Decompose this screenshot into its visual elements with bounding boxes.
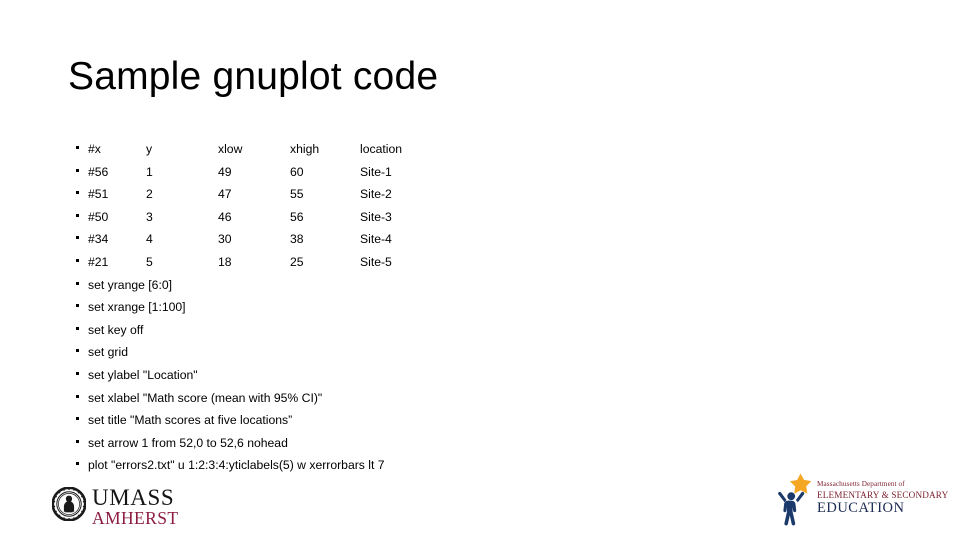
- command-line: set key off: [70, 323, 770, 346]
- umass-text: UMASS: [92, 485, 175, 510]
- bullet-marker: [76, 349, 79, 353]
- table-row: #50 3 46 56 Site-3: [70, 210, 770, 233]
- column-header-x: #x: [88, 142, 101, 156]
- dese-line-education: EDUCATION: [817, 499, 905, 516]
- bullet-marker: [76, 394, 79, 398]
- command-line: set xrange [1:100]: [70, 300, 770, 323]
- cell-x: #50: [88, 209, 109, 224]
- umass-wordmark: UMASS AMHERST: [92, 486, 178, 528]
- bullet-marker: [76, 417, 79, 421]
- cell-y: 4: [146, 232, 153, 247]
- cell-x: #56: [88, 164, 109, 179]
- cell-x: #21: [88, 254, 109, 269]
- cell-location: Site-4: [360, 232, 392, 247]
- command-text: set arrow 1 from 52,0 to 52,6 nohead: [88, 435, 288, 450]
- command-text: set ylabel "Location": [88, 367, 198, 382]
- bullet-marker: [76, 213, 79, 217]
- command-text: set xlabel "Math score (mean with 95% CI…: [88, 390, 323, 405]
- command-line: set grid: [70, 345, 770, 368]
- bullet-marker: [76, 236, 79, 240]
- cell-x: #34: [88, 232, 109, 247]
- column-header-location: location: [360, 142, 403, 156]
- cell-y: 1: [146, 164, 153, 179]
- command-line: set xlabel "Math score (mean with 95% CI…: [70, 391, 770, 414]
- cell-xlow: 47: [218, 187, 232, 202]
- bullet-marker: [76, 258, 79, 262]
- cell-location: Site-1: [360, 164, 392, 179]
- cell-xhigh: 25: [290, 254, 304, 269]
- cell-xlow: 49: [218, 164, 232, 179]
- bullet-list: #x y xlow xhigh location #56 1 49 60 Sit…: [70, 142, 770, 481]
- bullet-marker: [76, 281, 79, 285]
- umass-amherst-logo: UMASS AMHERST: [51, 486, 222, 528]
- cell-xhigh: 56: [290, 209, 304, 224]
- page-title: Sample gnuplot code: [68, 55, 439, 98]
- column-header-xhigh: xhigh: [290, 142, 320, 156]
- command-text: set xrange [1:100]: [88, 300, 186, 315]
- command-text: set key off: [88, 322, 144, 337]
- bullet-marker: [76, 191, 79, 195]
- star-figure-icon: [775, 472, 821, 526]
- dese-line-department: Massachusetts Department of: [817, 480, 905, 488]
- cell-y: 3: [146, 209, 153, 224]
- table-row: #34 4 30 38 Site-4: [70, 232, 770, 255]
- cell-xlow: 46: [218, 209, 232, 224]
- cell-location: Site-3: [360, 209, 392, 224]
- cell-location: Site-2: [360, 187, 392, 202]
- column-header-y: y: [146, 142, 153, 156]
- command-line: set ylabel "Location": [70, 368, 770, 391]
- table-row: #56 1 49 60 Site-1: [70, 165, 770, 188]
- cell-xhigh: 60: [290, 164, 304, 179]
- amherst-text: AMHERST: [92, 508, 179, 528]
- command-text: plot "errors2.txt" u 1:2:3:4:yticlabels(…: [88, 458, 385, 473]
- dese-line-elementary: ELEMENTARY & SECONDARY: [817, 489, 949, 500]
- command-line: set arrow 1 from 52,0 to 52,6 nohead: [70, 436, 770, 459]
- cell-xhigh: 38: [290, 232, 304, 247]
- bullet-marker: [76, 462, 79, 466]
- bullet-marker: [76, 304, 79, 308]
- command-line: plot "errors2.txt" u 1:2:3:4:yticlabels(…: [70, 458, 770, 481]
- cell-y: 2: [146, 187, 153, 202]
- column-header-xlow: xlow: [218, 142, 243, 156]
- cell-xlow: 30: [218, 232, 232, 247]
- cell-xhigh: 55: [290, 187, 304, 202]
- command-text: set grid: [88, 345, 128, 360]
- dese-wordmark: Massachusetts Department of ELEMENTARY &…: [817, 480, 949, 516]
- cell-x: #51: [88, 187, 109, 202]
- mass-dese-logo: Massachusetts Department of ELEMENTARY &…: [775, 472, 948, 528]
- bullet-marker: [76, 326, 79, 330]
- table-row: #21 5 18 25 Site-5: [70, 255, 770, 278]
- bullet-marker: [76, 146, 79, 149]
- table-header-row: #x y xlow xhigh location: [70, 142, 770, 165]
- table-row: #51 2 47 55 Site-2: [70, 187, 770, 210]
- cell-xlow: 18: [218, 254, 232, 269]
- command-text: set title "Math scores at five locations…: [88, 413, 293, 428]
- slide-canvas: Sample gnuplot code #x y xlow xhigh loca…: [0, 0, 960, 540]
- cell-y: 5: [146, 254, 153, 269]
- cell-location: Site-5: [360, 254, 392, 269]
- umass-seal-icon: [51, 486, 87, 522]
- bullet-marker: [76, 371, 79, 375]
- command-text: set yrange [6:0]: [88, 277, 173, 292]
- command-line: set title "Math scores at five locations…: [70, 413, 770, 436]
- bullet-marker: [76, 168, 79, 172]
- bullet-marker: [76, 439, 79, 443]
- command-line: set yrange [6:0]: [70, 278, 770, 301]
